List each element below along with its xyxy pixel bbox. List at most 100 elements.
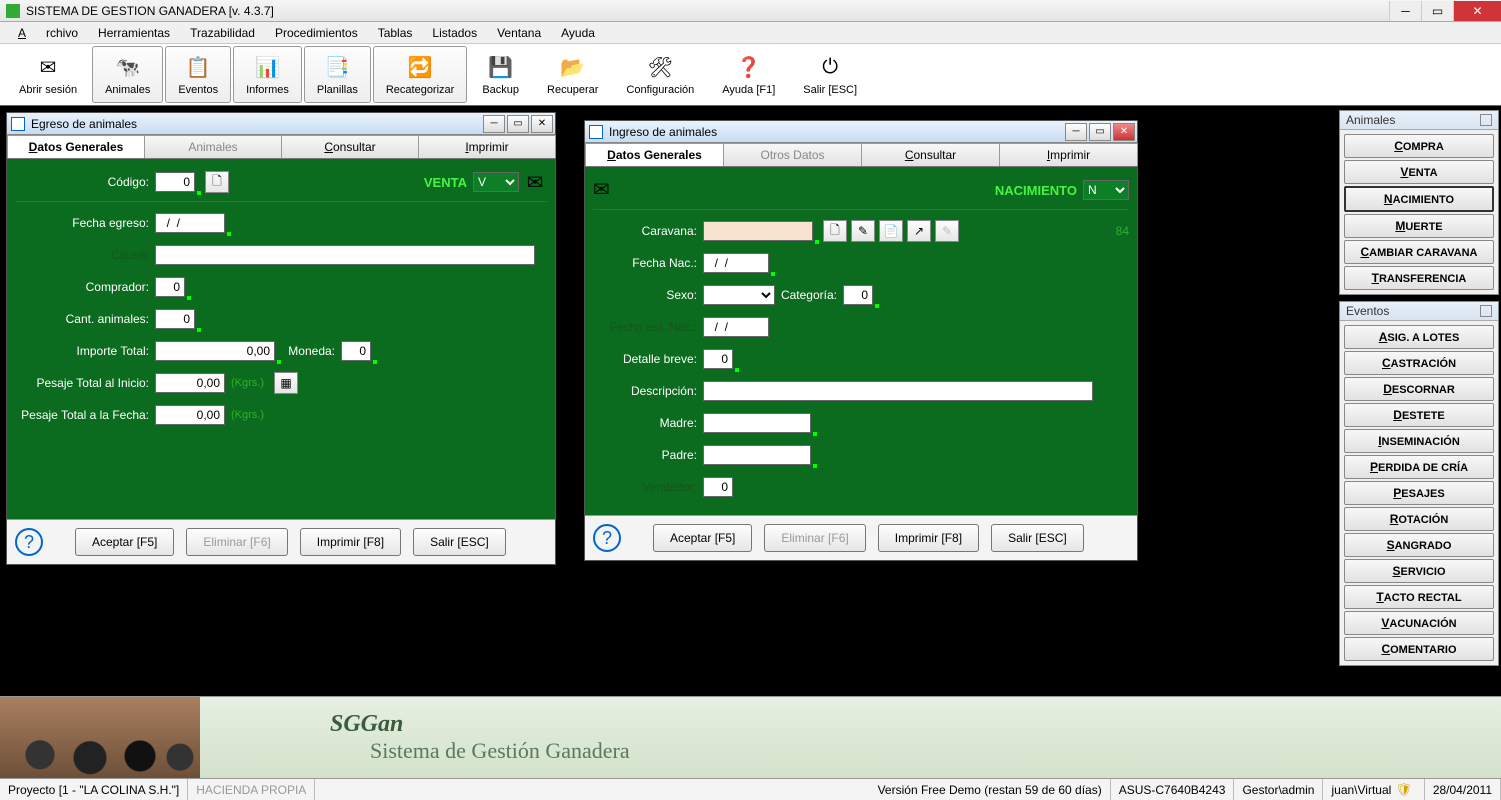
sexo-select[interactable] <box>703 285 775 305</box>
cant-animales-input[interactable] <box>155 309 195 329</box>
importe-total-input[interactable] <box>155 341 275 361</box>
menu-procedimientos[interactable]: Procedimientos <box>265 24 368 42</box>
vendedor-input[interactable] <box>703 477 733 497</box>
comprador-input[interactable] <box>155 277 185 297</box>
codigo-new-button[interactable]: 🗋 <box>205 171 229 193</box>
menu-listados[interactable]: Listados <box>422 24 487 42</box>
tab-datos-generales[interactable]: Datos Generales <box>585 143 724 166</box>
window-close[interactable]: ✕ <box>1453 1 1501 21</box>
detalle-label: Detalle breve: <box>593 352 703 366</box>
caravana-new-icon[interactable]: 🗋 <box>823 220 847 242</box>
animales-btn-venta[interactable]: VENTA <box>1344 160 1494 184</box>
panel-collapse-icon[interactable] <box>1480 114 1492 126</box>
help-icon[interactable]: ? <box>593 524 621 552</box>
toolbar-planillas[interactable]: 📑Planillas <box>304 46 371 103</box>
eventos-btn-castraci-n[interactable]: CASTRACIÓN <box>1344 351 1494 375</box>
eventos-btn-asig-a-lotes[interactable]: ASIG. A LOTES <box>1344 325 1494 349</box>
caravana-clear-icon[interactable]: ✎ <box>935 220 959 242</box>
toolbar-label: Ayuda [F1] <box>722 84 775 96</box>
pesaje-calc-button[interactable]: ▦ <box>274 372 298 394</box>
animales-btn-transferencia[interactable]: TRANSFERENCIA <box>1344 266 1494 290</box>
eventos-btn-comentario[interactable]: COMENTARIO <box>1344 637 1494 661</box>
eventos-btn-descornar[interactable]: DESCORNAR <box>1344 377 1494 401</box>
imprimir-button[interactable]: Imprimir [F8] <box>300 528 401 556</box>
eventos-btn-rotaci-n[interactable]: ROTACIÓN <box>1344 507 1494 531</box>
tab-animales[interactable]: Animales <box>144 135 282 158</box>
toolbar-animales[interactable]: 🐄Animales <box>92 46 163 103</box>
padre-input[interactable] <box>703 445 811 465</box>
egreso-titlebar[interactable]: Egreso de animales ─ ▭ ✕ <box>7 113 555 135</box>
tab-datos-generales[interactable]: Datos Generales <box>7 135 145 158</box>
pesaje-fecha-input[interactable] <box>155 405 225 425</box>
egreso-minimize[interactable]: ─ <box>483 115 505 133</box>
fechaest-input[interactable] <box>703 317 769 337</box>
nacimiento-select[interactable]: N <box>1083 180 1129 200</box>
mail-icon[interactable]: ✉ <box>523 171 547 193</box>
window-maximize[interactable]: ▭ <box>1421 1 1453 21</box>
ingreso-minimize[interactable]: ─ <box>1065 123 1087 141</box>
eventos-btn-pesajes[interactable]: PESAJES <box>1344 481 1494 505</box>
caravana-input[interactable] <box>703 221 813 241</box>
toolbar-informes[interactable]: 📊Informes <box>233 46 302 103</box>
aceptar-button[interactable]: Aceptar [F5] <box>75 528 174 556</box>
tab-imprimir[interactable]: Imprimir <box>418 135 556 158</box>
tab-otros-datos[interactable]: Otros Datos <box>723 143 862 166</box>
imprimir-button[interactable]: Imprimir [F8] <box>878 524 979 552</box>
descripcion-input[interactable] <box>703 381 1093 401</box>
caravana-edit-icon[interactable]: ✎ <box>851 220 875 242</box>
menu-trazabilidad[interactable]: Trazabilidad <box>180 24 265 42</box>
detalle-input[interactable] <box>703 349 733 369</box>
toolbar-backup[interactable]: 💾Backup <box>469 46 532 103</box>
fecha-egreso-input[interactable] <box>155 213 225 233</box>
madre-input[interactable] <box>703 413 811 433</box>
moneda-input[interactable] <box>341 341 371 361</box>
eventos-btn-servicio[interactable]: SERVICIO <box>1344 559 1494 583</box>
eventos-btn-sangrado[interactable]: SANGRADO <box>1344 533 1494 557</box>
toolbar-abrir-sesi-n[interactable]: ✉Abrir sesión <box>6 46 90 103</box>
egreso-close[interactable]: ✕ <box>531 115 553 133</box>
eventos-btn-destete[interactable]: DESTETE <box>1344 403 1494 427</box>
eventos-btn-vacunaci-n[interactable]: VACUNACIÓN <box>1344 611 1494 635</box>
ingreso-maximize[interactable]: ▭ <box>1089 123 1111 141</box>
salir-button[interactable]: Salir [ESC] <box>991 524 1084 552</box>
animales-btn-muerte[interactable]: MUERTE <box>1344 214 1494 238</box>
eventos-btn-inseminaci-n[interactable]: INSEMINACIÓN <box>1344 429 1494 453</box>
animales-btn-compra[interactable]: COMPRA <box>1344 134 1494 158</box>
toolbar-salir-esc-[interactable]: ⏻Salir [ESC] <box>790 46 870 103</box>
animales-btn-nacimiento[interactable]: NACIMIENTO <box>1344 186 1494 212</box>
pesaje-inicio-input[interactable] <box>155 373 225 393</box>
menu-archivo[interactable]: Archivo <box>8 24 88 42</box>
tab-consultar[interactable]: Consultar <box>861 143 1000 166</box>
eventos-btn-tacto-rectal[interactable]: TACTO RECTAL <box>1344 585 1494 609</box>
toolbar-recategorizar[interactable]: 🔁Recategorizar <box>373 46 467 103</box>
window-minimize[interactable]: ─ <box>1389 1 1421 21</box>
egreso-maximize[interactable]: ▭ <box>507 115 529 133</box>
fechanac-input[interactable] <box>703 253 769 273</box>
toolbar-ayuda-f-[interactable]: ❓Ayuda [F1] <box>709 46 788 103</box>
toolbar-eventos[interactable]: 📋Eventos <box>165 46 231 103</box>
aceptar-button[interactable]: Aceptar [F5] <box>653 524 752 552</box>
codigo-input[interactable] <box>155 172 195 192</box>
caravana-transfer-icon[interactable]: ↗ <box>907 220 931 242</box>
mail-icon[interactable]: ✉ <box>593 177 619 203</box>
caravana-list-icon[interactable]: 📄 <box>879 220 903 242</box>
causa-input[interactable] <box>155 245 535 265</box>
venta-select[interactable]: V <box>473 172 519 192</box>
ingreso-close[interactable]: ✕ <box>1113 123 1135 141</box>
toolbar-configuraci-n[interactable]: 🛠Configuración <box>613 46 707 103</box>
animales-btn-cambiar-caravana[interactable]: CAMBIAR CARAVANA <box>1344 240 1494 264</box>
menu-ventana[interactable]: Ventana <box>487 24 551 42</box>
panel-collapse-icon[interactable] <box>1480 305 1492 317</box>
salir-button[interactable]: Salir [ESC] <box>413 528 506 556</box>
window-icon <box>589 125 603 139</box>
toolbar-recuperar[interactable]: 📂Recuperar <box>534 46 611 103</box>
menu-ayuda[interactable]: Ayuda <box>551 24 605 42</box>
categoria-input[interactable] <box>843 285 873 305</box>
menu-tablas[interactable]: Tablas <box>368 24 423 42</box>
tab-consultar[interactable]: Consultar <box>281 135 419 158</box>
menu-herramientas[interactable]: Herramientas <box>88 24 180 42</box>
eventos-btn-perdida-de-cr-a[interactable]: PERDIDA DE CRÍA <box>1344 455 1494 479</box>
tab-imprimir[interactable]: Imprimir <box>999 143 1138 166</box>
ingreso-titlebar[interactable]: Ingreso de animales ─ ▭ ✕ <box>585 121 1137 143</box>
help-icon[interactable]: ? <box>15 528 43 556</box>
